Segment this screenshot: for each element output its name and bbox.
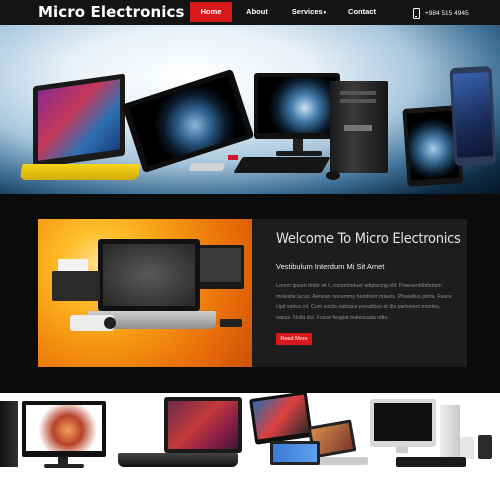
site-logo[interactable]: Micro Electronics	[38, 3, 185, 21]
chevron-down-icon: ▾	[323, 10, 327, 16]
read-more-button[interactable]: Read More	[276, 333, 312, 345]
phone-contact[interactable]: +984 515 4945	[413, 7, 469, 19]
nav-home[interactable]: Home	[190, 2, 232, 22]
nav-services-label: Services	[291, 7, 323, 16]
nav-home-label: Home	[200, 7, 222, 16]
nav-services[interactable]: Services▾	[290, 2, 328, 22]
welcome-body-text: Lorem ipsum dolor sit t, consectetuer ad…	[276, 283, 452, 321]
welcome-section: Welcome To Micro Electronics Vestibulum …	[0, 194, 500, 393]
hero-banner	[0, 25, 500, 194]
welcome-title: Welcome To Micro Electronics	[276, 231, 461, 247]
phone-icon	[413, 7, 420, 19]
nav-about-label: About	[246, 7, 268, 16]
welcome-subtitle: Vestibulum Interdum Mi Sit Amet	[276, 262, 385, 271]
nav-contact[interactable]: Contact	[344, 2, 380, 22]
site-header: Micro Electronics Home About Services▾ C…	[0, 0, 500, 25]
phone-number: +984 515 4945	[425, 9, 469, 17]
hero-tablet-2-image	[449, 65, 497, 167]
welcome-panel: Welcome To Micro Electronics Vestibulum …	[252, 219, 467, 367]
product-strip	[0, 393, 500, 500]
nav-about[interactable]: About	[240, 2, 274, 22]
feature-image	[38, 219, 252, 367]
nav-contact-label: Contact	[348, 7, 376, 16]
